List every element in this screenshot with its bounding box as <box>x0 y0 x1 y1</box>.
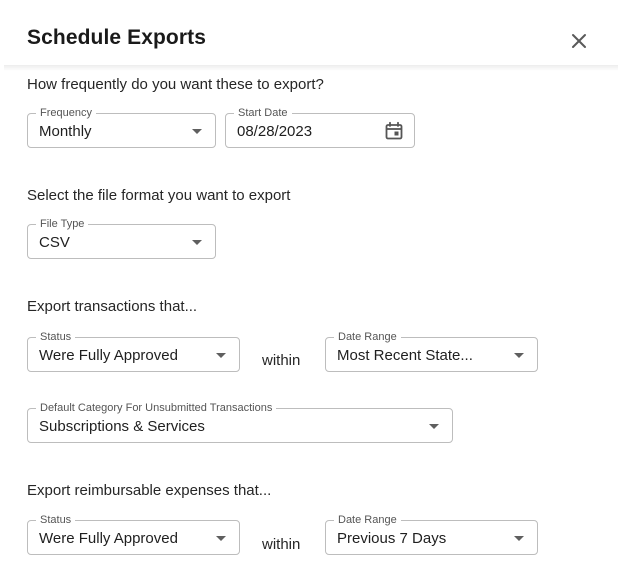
reimbursable-date-range-value: Previous 7 Days <box>337 530 447 547</box>
reimbursable-prompt: Export reimbursable expenses that... <box>27 482 272 499</box>
chevron-down-icon <box>514 536 524 541</box>
transactions-status-select[interactable]: Status Were Fully Approved <box>27 330 240 372</box>
transactions-date-range-value: Most Recent State... <box>337 347 473 364</box>
reimbursable-date-range-label: Date Range <box>334 513 401 527</box>
chevron-down-icon <box>514 353 524 358</box>
transactions-prompt: Export transactions that... <box>27 298 198 315</box>
default-category-value: Subscriptions & Services <box>39 418 205 435</box>
chevron-down-icon <box>192 240 202 245</box>
transactions-status-label: Status <box>36 330 76 344</box>
reimbursable-status-label: Status <box>36 513 76 527</box>
reimbursable-status-select[interactable]: Status Were Fully Approved <box>27 513 240 555</box>
dialog-title: Schedule Exports <box>27 26 206 49</box>
chevron-down-icon <box>216 353 226 358</box>
close-button[interactable] <box>568 30 590 52</box>
transactions-status-value: Were Fully Approved <box>39 347 178 364</box>
reimbursable-date-range-select[interactable]: Date Range Previous 7 Days <box>325 513 538 555</box>
start-date-field[interactable]: Start Date 08/28/2023 <box>225 106 415 148</box>
file-format-prompt: Select the file format you want to expor… <box>27 187 291 204</box>
chevron-down-icon <box>192 129 202 134</box>
transactions-date-range-select[interactable]: Date Range Most Recent State... <box>325 330 538 372</box>
transactions-date-range-label: Date Range <box>334 330 401 344</box>
frequency-select[interactable]: Frequency Monthly <box>27 106 216 148</box>
calendar-icon[interactable] <box>384 121 404 141</box>
chevron-down-icon <box>429 424 439 429</box>
reimbursable-status-value: Were Fully Approved <box>39 530 178 547</box>
transactions-within-text: within <box>262 352 301 369</box>
default-category-label: Default Category For Unsubmitted Transac… <box>36 401 277 415</box>
header-divider <box>4 65 618 71</box>
file-type-value: CSV <box>39 234 70 251</box>
start-date-value: 08/28/2023 <box>237 123 313 140</box>
default-category-select[interactable]: Default Category For Unsubmitted Transac… <box>27 401 453 443</box>
reimbursable-within-text: within <box>262 536 301 553</box>
chevron-down-icon <box>216 536 226 541</box>
frequency-label: Frequency <box>36 106 96 120</box>
file-type-select[interactable]: File Type CSV <box>27 217 216 259</box>
dialog-header: Schedule Exports <box>0 0 618 66</box>
start-date-label: Start Date <box>234 106 292 120</box>
frequency-prompt: How frequently do you want these to expo… <box>27 76 324 93</box>
file-type-label: File Type <box>36 217 89 231</box>
schedule-exports-dialog: Schedule Exports How frequently do you w… <box>0 0 618 588</box>
close-icon <box>572 34 586 48</box>
frequency-value: Monthly <box>39 123 92 140</box>
